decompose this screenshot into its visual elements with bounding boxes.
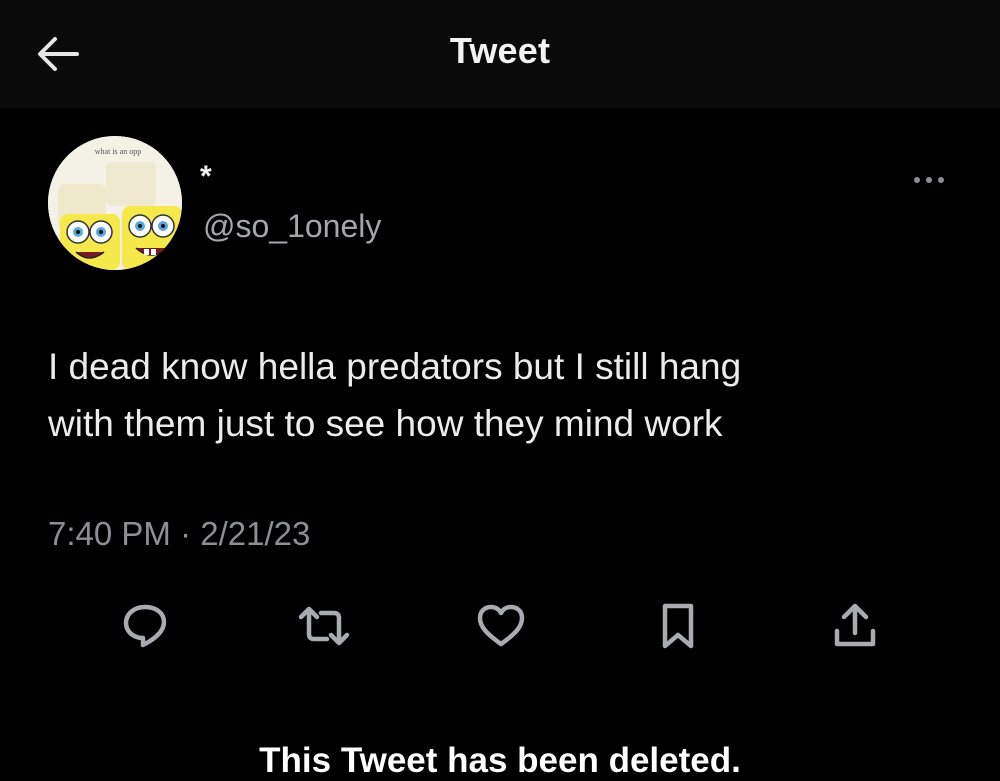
- like-icon: [477, 604, 525, 647]
- avatar[interactable]: what is an opp: [48, 136, 182, 270]
- display-name[interactable]: *: [200, 160, 212, 194]
- username-handle[interactable]: @so_1onely: [203, 208, 381, 245]
- more-dot-icon: [938, 177, 944, 183]
- share-icon: [834, 603, 876, 647]
- reply-icon: [123, 604, 167, 648]
- like-button[interactable]: [471, 596, 531, 656]
- top-bar: Tweet: [0, 0, 1000, 108]
- bookmark-button[interactable]: [648, 596, 708, 656]
- bookmark-icon: [662, 603, 694, 649]
- more-dot-icon: [914, 177, 920, 183]
- retweet-button[interactable]: [294, 596, 354, 656]
- tweet-timestamp[interactable]: 7:40 PM · 2/21/23: [48, 515, 310, 553]
- page-title: Tweet: [449, 30, 551, 71]
- tweet-line: with them just to see how they mind work: [48, 403, 723, 444]
- more-options-button[interactable]: [904, 168, 954, 192]
- deleted-tweet-banner: This Tweet has been deleted.: [259, 741, 741, 780]
- tweet-line: I dead know hella predators but I still …: [48, 346, 742, 387]
- share-button[interactable]: [825, 596, 885, 656]
- action-bar: [0, 590, 1000, 660]
- avatar-caption: what is an opp: [95, 147, 141, 156]
- tweet-text: I dead know hella predators but I still …: [48, 338, 948, 452]
- more-dot-icon: [926, 177, 932, 183]
- reply-button[interactable]: [115, 596, 175, 656]
- retweet-icon: [298, 606, 350, 646]
